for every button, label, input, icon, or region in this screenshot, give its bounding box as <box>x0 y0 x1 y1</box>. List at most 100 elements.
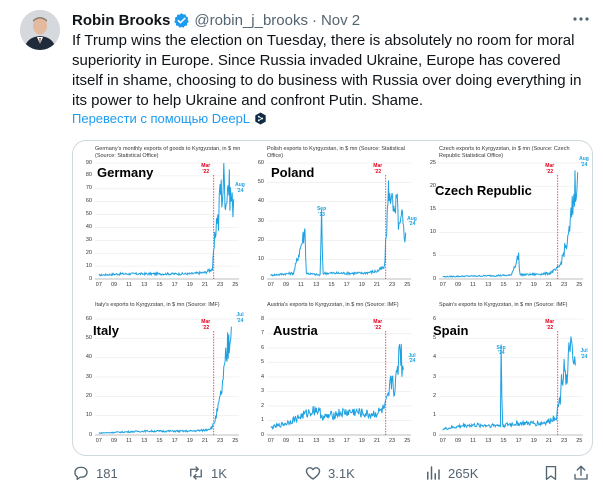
tweet-text: If Trump wins the election on Tuesday, t… <box>72 32 582 109</box>
x-tick-label: 21 <box>373 438 381 444</box>
x-tick-label: 13 <box>485 282 492 288</box>
y-tick-label: 60 <box>85 315 92 322</box>
reply-icon <box>74 466 88 481</box>
y-tick-label: 60 <box>257 159 264 166</box>
annotation-label: Jul '24 <box>408 352 416 365</box>
country-label: Poland <box>271 165 315 180</box>
x-tick-label: 17 <box>343 282 350 288</box>
x-tick-label: 07 <box>267 438 274 444</box>
chart-panel-czech-republic: Czech exports to Kyrgyzstan, in $ mn (So… <box>419 143 591 299</box>
x-tick-label: 23 <box>217 282 224 288</box>
tweet-actions: 181 1K 3.1K 265K <box>72 462 592 484</box>
chart-title: Austria's exports to Kyrgyzstan, in $ mn… <box>267 302 399 308</box>
verified-badge-icon <box>174 12 190 28</box>
chart-title: Polish exports to Kyrgyzstan, in $ mn (S… <box>267 146 405 159</box>
tweet-header: Robin Brooks @robin_j_brooks · Nov 2 <box>72 10 360 30</box>
author-handle[interactable]: @robin_j_brooks <box>194 12 308 29</box>
x-tick-label: 23 <box>389 282 396 288</box>
x-tick-label: 15 <box>500 282 507 288</box>
x-tick-label: 09 <box>282 438 290 444</box>
annotation-label: Aug '24 <box>235 182 245 194</box>
chart-panel-poland: Polish exports to Kyrgyzstan, in $ mn (S… <box>247 143 419 299</box>
chart-panel-italy: Italy's exports to Kyrgyzstan, in $ mn (… <box>75 299 247 455</box>
more-options-icon[interactable] <box>570 8 592 30</box>
annotation-label: Jul '24 <box>580 348 588 360</box>
tweet-media-image[interactable]: Germany's monthly exports of goods to Ky… <box>72 140 593 456</box>
marker-label: Mar '22 <box>373 163 383 175</box>
y-tick-label: 8 <box>260 315 264 322</box>
author-name[interactable]: Robin Brooks <box>72 12 170 29</box>
heart-icon <box>305 467 321 480</box>
y-tick-label: 30 <box>85 373 92 380</box>
tweet-date[interactable]: Nov 2 <box>321 12 360 29</box>
x-tick-label: 15 <box>328 438 335 444</box>
x-tick-label: 15 <box>328 282 335 288</box>
x-tick-label: 15 <box>156 282 163 288</box>
bookmark-icon <box>545 465 557 481</box>
x-tick-label: 23 <box>561 438 568 444</box>
y-tick-label: 15 <box>429 205 436 212</box>
y-tick-label: 0 <box>260 275 264 282</box>
x-tick-label: 17 <box>515 282 522 288</box>
x-tick-label: 09 <box>110 438 118 444</box>
x-tick-label: 11 <box>470 282 476 288</box>
y-tick-label: 6 <box>432 315 436 322</box>
y-tick-label: 5 <box>432 334 436 341</box>
x-tick-label: 19 <box>530 438 537 444</box>
x-tick-label: 21 <box>201 282 209 288</box>
x-tick-label: 07 <box>95 282 102 288</box>
series-line <box>270 343 404 430</box>
country-label: Italy <box>93 323 120 338</box>
chart-panel-austria: Austria's exports to Kyrgyzstan, in $ mn… <box>247 299 419 455</box>
separator: · <box>311 11 317 29</box>
y-tick-label: 30 <box>257 217 264 224</box>
author-avatar[interactable] <box>20 10 60 50</box>
x-tick-label: 11 <box>298 438 304 444</box>
like-count: 3.1K <box>328 465 355 481</box>
x-tick-label: 11 <box>126 438 132 444</box>
x-tick-label: 07 <box>267 282 274 288</box>
repost-button[interactable]: 1K <box>187 462 227 484</box>
reply-button[interactable]: 181 <box>72 462 118 484</box>
x-tick-label: 19 <box>186 282 193 288</box>
country-label: Spain <box>433 323 469 338</box>
y-tick-label: 2 <box>260 402 264 409</box>
translate-link[interactable]: Перевести с помощью DeepL <box>72 111 267 126</box>
x-tick-label: 21 <box>545 282 553 288</box>
share-icon <box>574 465 588 480</box>
x-tick-label: 19 <box>358 438 365 444</box>
annotation-label: Aug '24 <box>407 215 417 228</box>
x-tick-label: 13 <box>141 282 148 288</box>
x-tick-label: 23 <box>389 438 396 444</box>
y-tick-label: 20 <box>429 182 436 189</box>
share-button[interactable] <box>572 462 596 484</box>
x-tick-label: 25 <box>404 438 411 444</box>
translate-link-label: Перевести с помощью DeepL <box>72 111 251 126</box>
y-tick-label: 0 <box>432 431 436 438</box>
x-tick-label: 09 <box>454 438 462 444</box>
y-tick-label: 5 <box>432 252 436 259</box>
chart-panel-germany: Germany's monthly exports of goods to Ky… <box>75 143 247 299</box>
chart-plot <box>439 162 583 280</box>
bookmark-button[interactable] <box>542 462 566 484</box>
country-label: Germany <box>97 165 154 180</box>
y-tick-label: 1 <box>260 417 264 423</box>
y-tick-label: 3 <box>432 373 436 380</box>
x-tick-label: 21 <box>373 282 381 288</box>
x-tick-label: 25 <box>576 282 583 288</box>
y-tick-label: 20 <box>85 249 92 256</box>
y-tick-label: 10 <box>85 412 92 419</box>
y-tick-label: 60 <box>85 198 92 205</box>
x-tick-label: 19 <box>186 438 193 444</box>
y-tick-label: 40 <box>85 223 92 230</box>
country-label: Czech Republic <box>435 183 532 198</box>
chart-title: Germany's monthly exports of goods to Ky… <box>95 146 241 159</box>
x-tick-label: 11 <box>126 282 132 288</box>
x-tick-label: 17 <box>515 438 522 444</box>
y-tick-label: 50 <box>85 211 92 218</box>
views-button[interactable]: 265K <box>424 462 478 484</box>
repost-icon <box>190 466 202 480</box>
y-tick-label: 25 <box>429 159 436 166</box>
y-tick-label: 2 <box>432 392 436 399</box>
like-button[interactable]: 3.1K <box>304 462 355 484</box>
